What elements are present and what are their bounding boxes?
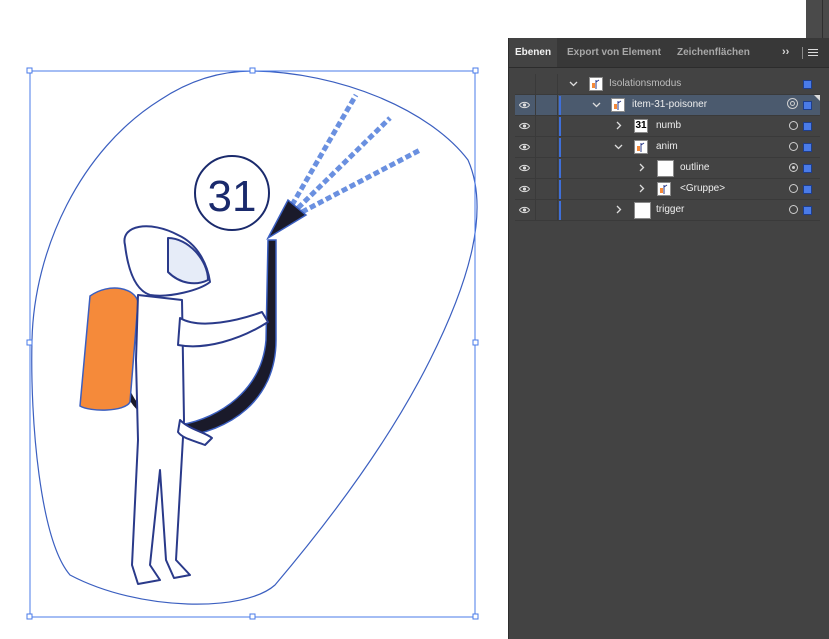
visibility-cell[interactable] — [515, 116, 536, 136]
selection-indicator[interactable] — [803, 143, 812, 152]
layer-color-bar — [559, 117, 561, 136]
layer-thumbnail-figure — [611, 98, 625, 112]
lock-cell[interactable] — [535, 116, 558, 136]
layer-color-bar — [559, 159, 561, 178]
layer-color-bar — [559, 180, 561, 199]
layer-label: anim — [656, 141, 678, 152]
target-icon[interactable] — [789, 163, 798, 172]
chevron-right-icon[interactable] — [637, 163, 646, 172]
visibility-cell[interactable] — [515, 95, 536, 115]
chevron-down-icon[interactable] — [614, 142, 623, 151]
layer-thumbnail-figure — [589, 77, 603, 91]
tabbar-divider — [802, 47, 803, 59]
layer-thumbnail-figure — [657, 182, 671, 196]
layer-thumbnail-figure — [634, 140, 648, 154]
layer-thumbnail-blank — [634, 202, 651, 219]
selection-indicator[interactable] — [803, 164, 812, 173]
layer-thumbnail-blank — [657, 160, 674, 177]
lock-cell[interactable] — [535, 74, 558, 94]
selection-corner-marker — [814, 95, 820, 101]
visibility-cell[interactable] — [515, 179, 536, 199]
number-label: 31 — [208, 172, 257, 221]
visibility-cell[interactable] — [515, 74, 536, 94]
eye-icon[interactable] — [519, 185, 530, 193]
artboard-canvas[interactable]: 31 — [0, 0, 508, 639]
backpack-tank — [79, 287, 139, 411]
selection-indicator[interactable] — [803, 185, 812, 194]
layer-row-trigger[interactable]: trigger — [515, 200, 820, 221]
layer-label: <Gruppe> — [680, 183, 726, 194]
visibility-cell[interactable] — [515, 137, 536, 157]
tab-ebenen[interactable]: Ebenen — [509, 38, 557, 67]
lock-cell[interactable] — [535, 137, 558, 157]
selection-indicator[interactable] — [803, 101, 812, 110]
layer-color-bar — [559, 138, 561, 157]
chevron-right-icon[interactable] — [614, 205, 623, 214]
layer-list: Isolationsmodus item-31-poisoner 31 numb… — [515, 74, 820, 221]
layer-label: trigger — [656, 204, 685, 215]
layer-label: Isolationsmodus — [609, 78, 682, 89]
target-icon[interactable] — [789, 205, 798, 214]
layer-row-isolationsmodus[interactable]: Isolationsmodus — [515, 74, 820, 95]
selection-indicator[interactable] — [803, 122, 812, 131]
layers-panel: Ebenen Export von Element Zeichenflächen… — [508, 38, 829, 639]
chevron-down-icon[interactable] — [569, 79, 578, 88]
layer-thumbnail-number: 31 — [634, 119, 648, 133]
target-icon[interactable] — [787, 98, 798, 109]
selection-indicator[interactable] — [803, 80, 812, 89]
panel-tabbar: Ebenen Export von Element Zeichenflächen… — [509, 38, 829, 68]
target-icon[interactable] — [789, 142, 798, 151]
layer-row-outline[interactable]: outline — [515, 158, 820, 179]
lock-cell[interactable] — [535, 95, 558, 115]
eye-icon[interactable] — [519, 143, 530, 151]
chevron-down-icon[interactable] — [592, 100, 601, 109]
tab-export-von-element[interactable]: Export von Element — [567, 38, 661, 67]
more-tabs-icon[interactable]: ›› — [782, 38, 789, 67]
hamburger-menu-icon[interactable] — [808, 47, 818, 58]
layer-row-numb[interactable]: 31 numb — [515, 116, 820, 137]
layer-label: item-31-poisoner — [632, 99, 708, 110]
target-icon[interactable] — [789, 121, 798, 130]
layer-color-bar — [559, 201, 561, 220]
tab-zeichenflaechen[interactable]: Zeichenflächen — [677, 38, 750, 67]
eye-icon[interactable] — [519, 122, 530, 130]
layer-row-gruppe[interactable]: <Gruppe> — [515, 179, 820, 200]
layer-row-item-31-poisoner[interactable]: item-31-poisoner — [515, 95, 820, 116]
lock-cell[interactable] — [535, 158, 558, 178]
lock-cell[interactable] — [535, 200, 558, 220]
top-right-toolbar-strip — [806, 0, 829, 38]
artwork-illustration[interactable]: 31 — [0, 0, 508, 639]
target-icon[interactable] — [789, 184, 798, 193]
layer-label: numb — [656, 120, 682, 131]
lock-cell[interactable] — [535, 179, 558, 199]
chevron-right-icon[interactable] — [614, 121, 623, 130]
layer-row-anim[interactable]: anim — [515, 137, 820, 158]
eye-icon[interactable] — [519, 101, 530, 109]
visibility-cell[interactable] — [515, 200, 536, 220]
chevron-right-icon[interactable] — [637, 184, 646, 193]
eye-icon[interactable] — [519, 206, 530, 214]
eye-icon[interactable] — [519, 164, 530, 172]
spray-streams — [289, 93, 422, 215]
selection-indicator[interactable] — [803, 206, 812, 215]
visibility-cell[interactable] — [515, 158, 536, 178]
layer-color-bar — [559, 96, 561, 115]
layer-label: outline — [680, 162, 710, 173]
